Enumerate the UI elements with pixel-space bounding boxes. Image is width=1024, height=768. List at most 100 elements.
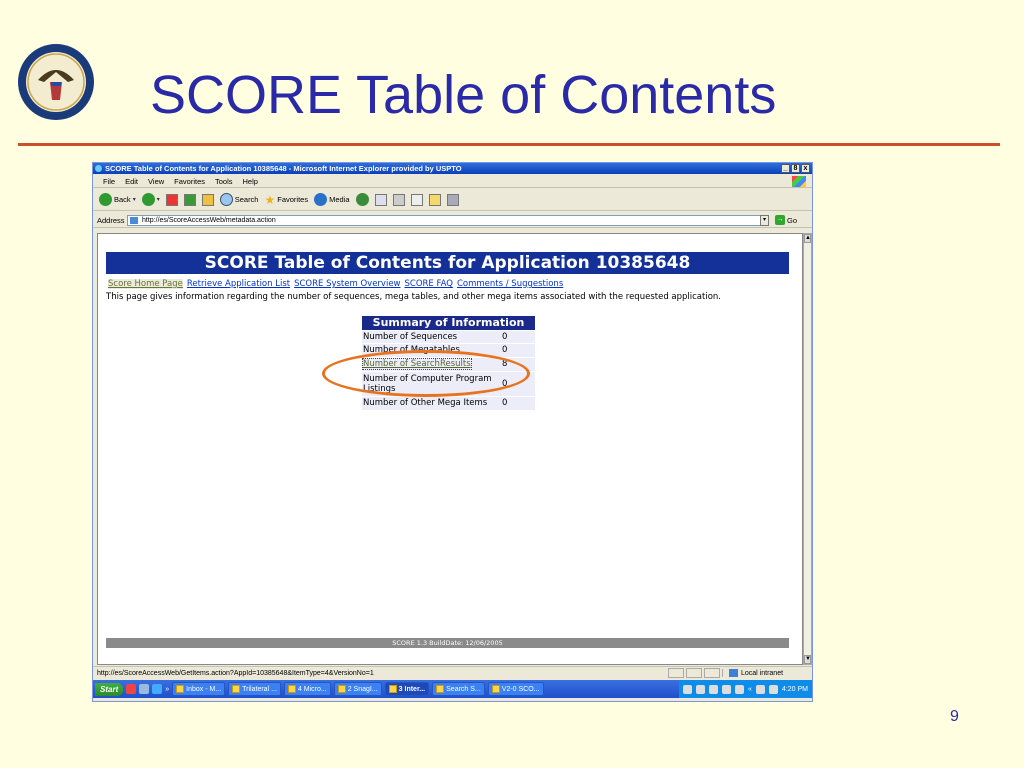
quicklaunch-chevron[interactable]: » (165, 686, 169, 693)
folder-icon[interactable] (428, 193, 441, 206)
home-icon[interactable] (201, 193, 214, 206)
app-icon (388, 685, 397, 693)
clock[interactable]: 4:20 PM (782, 686, 808, 693)
tray-icon[interactable] (735, 684, 745, 694)
media-icon (314, 193, 328, 206)
status-cell (686, 668, 702, 678)
task-label: Search S... (446, 685, 481, 693)
back-arrow-icon (99, 193, 112, 206)
address-input[interactable]: http://es/ScoreAccessWeb/metadata.action (127, 215, 762, 226)
link-system-overview[interactable]: SCORE System Overview (294, 279, 400, 289)
tray-icon[interactable] (722, 684, 732, 694)
media-button[interactable]: Media (314, 193, 350, 206)
link-faq[interactable]: SCORE FAQ (405, 279, 453, 289)
back-label: Back (114, 195, 131, 204)
favorites-button[interactable]: ★ Favorites (264, 193, 308, 207)
mail-icon[interactable] (374, 193, 387, 206)
task-micro[interactable]: 4 Micro... (283, 682, 331, 696)
tray-icon[interactable] (696, 684, 706, 694)
page-footer: SCORE 1.3 BuildDate: 12/06/2005 (106, 638, 789, 648)
edit-icon[interactable] (410, 193, 423, 206)
scroll-up-icon[interactable]: ▲ (804, 234, 811, 243)
vertical-scrollbar[interactable]: ▲ ▼ (803, 233, 812, 665)
maximize-button[interactable]: 8 (791, 164, 800, 173)
close-button[interactable]: x (801, 164, 810, 173)
go-arrow-icon: → (775, 215, 785, 225)
quicklaunch-icon[interactable] (139, 684, 150, 694)
menu-tools[interactable]: Tools (215, 177, 233, 186)
link-score-home[interactable]: Score Home Page (108, 279, 183, 289)
chevron-down-icon[interactable]: ▾ (133, 196, 136, 203)
address-label: Address (97, 215, 125, 225)
nav-links: Score Home Page Retrieve Application Lis… (108, 279, 563, 289)
tray-icon[interactable] (709, 684, 719, 694)
table-row: Number of Other Mega Items 0 (362, 395, 535, 410)
search-label: Search (234, 195, 259, 204)
task-v2-score[interactable]: V2-0 SCO... (487, 682, 544, 696)
favorites-label: Favorites (277, 195, 309, 204)
folder-icon (436, 685, 445, 693)
go-button[interactable]: → Go (775, 215, 797, 225)
zone-label: Local intranet (741, 669, 784, 677)
intro-text: This page gives information regarding th… (106, 292, 722, 302)
go-label: Go (787, 215, 798, 225)
ie-quicklaunch-icon[interactable] (152, 684, 163, 694)
menu-help[interactable]: Help (243, 177, 258, 186)
tray-icon[interactable] (683, 684, 693, 694)
print-icon[interactable] (392, 193, 405, 206)
menu-view[interactable]: View (148, 177, 164, 186)
media-label: Media (329, 195, 350, 204)
forward-arrow-icon (141, 193, 155, 206)
volume-icon[interactable] (768, 684, 778, 694)
task-label: 2 SnagI... (347, 685, 378, 693)
title-divider (18, 143, 1000, 146)
browser-toolbar: Back ▾ ▾ Search ★ Favorites Media (93, 189, 812, 211)
network-icon[interactable] (755, 684, 765, 694)
highlight-oval (322, 350, 530, 397)
link-comments[interactable]: Comments / Suggestions (457, 279, 563, 289)
menu-edit[interactable]: Edit (125, 177, 138, 186)
research-icon[interactable] (446, 193, 459, 206)
task-label: Trilateral ... (242, 685, 277, 693)
task-label: 4 Micro... (297, 685, 327, 693)
menu-favorites[interactable]: Favorites (174, 177, 205, 186)
row-value: 0 (499, 395, 535, 410)
address-bar: Address http://es/ScoreAccessWeb/metadat… (93, 213, 812, 228)
task-snagit[interactable]: 2 SnagI... (333, 682, 382, 696)
task-internet-explorer[interactable]: 3 Inter... (384, 682, 430, 696)
page-icon (130, 217, 138, 224)
task-search[interactable]: Search S... (432, 682, 485, 696)
app-icon (232, 685, 241, 693)
page-header: SCORE Table of Contents for Application … (106, 252, 789, 274)
search-icon (219, 193, 233, 206)
link-retrieve-application-list[interactable]: Retrieve Application List (187, 279, 290, 289)
app-icon (287, 685, 296, 693)
start-button[interactable]: Start (95, 682, 124, 696)
stop-icon[interactable] (165, 193, 178, 206)
back-button[interactable]: Back ▾ (99, 193, 136, 206)
search-button[interactable]: Search (219, 193, 259, 206)
quicklaunch-icon[interactable] (126, 684, 137, 694)
security-zone: Local intranet (722, 669, 812, 677)
task-inbox[interactable]: Inbox - M... (172, 682, 226, 696)
star-icon: ★ (264, 192, 276, 207)
address-dropdown-icon[interactable]: ▾ (760, 215, 769, 226)
tray-chevron[interactable]: « (748, 686, 752, 693)
uspto-seal-logo (18, 44, 94, 120)
row-label: Number of Sequences (362, 329, 499, 343)
page-content: SCORE Table of Contents for Application … (97, 233, 803, 665)
task-label: Inbox - M... (186, 685, 222, 693)
chevron-down-icon[interactable]: ▾ (157, 196, 160, 203)
address-url: http://es/ScoreAccessWeb/metadata.action (142, 217, 276, 224)
minimize-button[interactable]: _ (781, 164, 790, 173)
taskbar: Start » Inbox - M... Trilateral ... 4 Mi… (93, 680, 812, 698)
task-trilateral[interactable]: Trilateral ... (228, 682, 281, 696)
status-url: http://es/ScoreAccessWeb/GetItems.action… (97, 669, 374, 677)
scroll-down-icon[interactable]: ▼ (804, 655, 811, 664)
history-icon[interactable] (355, 193, 369, 206)
browser-window: SCORE Table of Contents for Application … (92, 162, 813, 702)
menu-file[interactable]: File (103, 177, 115, 186)
window-titlebar[interactable]: SCORE Table of Contents for Application … (93, 163, 812, 174)
refresh-icon[interactable] (183, 193, 196, 206)
forward-button[interactable]: ▾ (141, 193, 160, 206)
